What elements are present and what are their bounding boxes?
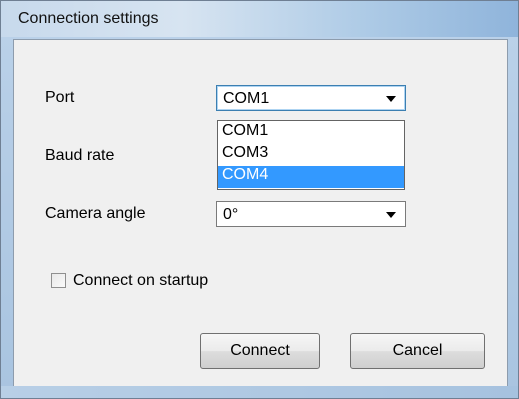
chevron-down-icon[interactable] xyxy=(386,212,396,218)
camera-angle-label: Camera angle xyxy=(45,205,146,222)
dropdown-option-com1[interactable]: COM1 xyxy=(218,122,404,144)
title-bar[interactable]: Connection settings xyxy=(1,1,518,37)
dropdown-option-com3[interactable]: COM3 xyxy=(218,144,404,166)
chevron-down-icon[interactable] xyxy=(386,96,396,102)
window-title: Connection settings xyxy=(18,10,159,27)
connect-button[interactable]: Connect xyxy=(200,333,320,369)
connect-on-startup-checkbox[interactable] xyxy=(51,273,66,288)
cancel-button[interactable]: Cancel xyxy=(350,333,485,369)
connection-settings-window: Connection settings Port COM1 Baud rate … xyxy=(0,0,519,399)
connect-on-startup-label[interactable]: Connect on startup xyxy=(73,272,208,290)
port-label: Port xyxy=(45,89,75,106)
port-combobox[interactable]: COM1 xyxy=(216,85,406,111)
camera-angle-combobox[interactable]: 0° xyxy=(216,201,406,227)
camera-angle-value: 0° xyxy=(223,206,239,223)
window-bottom-border xyxy=(1,386,518,398)
port-dropdown-list: COM1 COM3 COM4 xyxy=(217,120,405,190)
dropdown-option-com4[interactable]: COM4 xyxy=(218,166,404,188)
baud-rate-label: Baud rate xyxy=(45,147,115,164)
port-value: COM1 xyxy=(223,90,270,107)
